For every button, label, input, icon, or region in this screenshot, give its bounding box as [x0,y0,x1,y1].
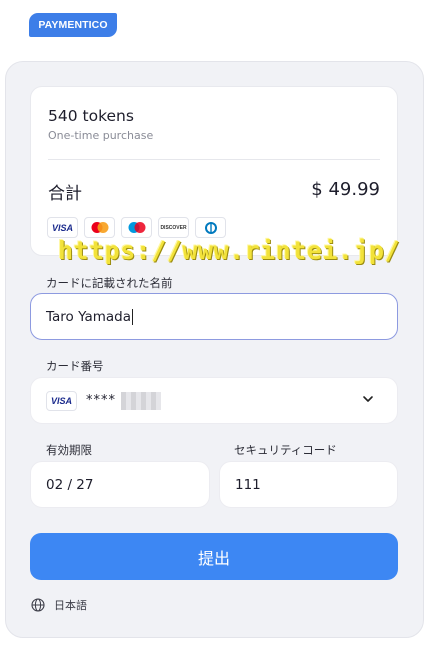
summary-divider [48,159,380,160]
language-selector[interactable]: 日本語 [31,597,87,613]
total-amount: $ 49.99 [311,179,380,200]
security-code-input[interactable]: 111 [219,461,398,508]
card-number-select[interactable]: VISA **** [30,377,398,424]
card-number-label: カード番号 [46,359,104,373]
expiry-value: 02 / 27 [46,476,94,493]
visa-card-icon: VISA [46,390,77,411]
chevron-down-icon [363,396,373,402]
accepted-cards: VISA DISCOVER [47,217,226,238]
brand-logo: PAYMENTICO [29,13,117,37]
watermark-text: https://www.rintei.jp/ [58,236,401,265]
expiry-label: 有効期限 [46,443,92,457]
security-code-label: セキュリティコード [234,443,337,457]
order-summary-card: 540 tokens One-time purchase 合計 $ 49.99 … [30,86,398,256]
maestro-logo-icon [121,217,152,238]
diners-club-logo-icon [195,217,226,238]
security-code-value: 111 [235,476,261,493]
submit-button[interactable]: 提出 [30,533,398,580]
mastercard-logo-icon [84,217,115,238]
expiry-input[interactable]: 02 / 27 [30,461,210,508]
purchase-type: One-time purchase [48,129,154,142]
total-label: 合計 [48,184,82,204]
language-label: 日本語 [54,599,87,612]
visa-logo-icon: VISA [47,217,78,238]
product-name: 540 tokens [48,107,134,125]
text-caret [132,308,134,325]
cardholder-name-label: カードに記載された名前 [46,276,173,290]
discover-logo-icon: DISCOVER [158,217,189,238]
card-number-masked: **** [86,393,116,408]
redacted-digits [121,391,161,410]
cardholder-name-value: Taro Yamada [46,308,132,325]
cardholder-name-input[interactable]: Taro Yamada [30,293,398,340]
globe-icon [31,598,45,612]
